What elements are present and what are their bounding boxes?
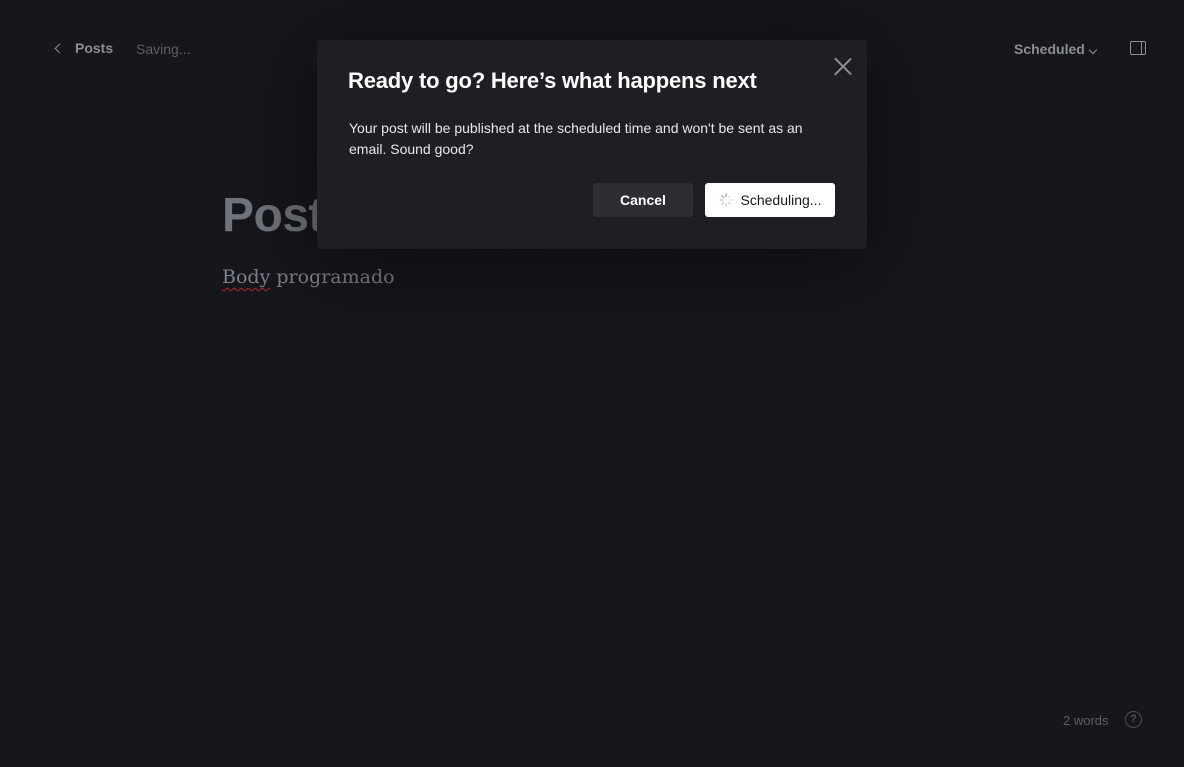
editor-page: Posts Saving... Scheduled Post Body prog… (0, 0, 1184, 767)
post-status-dropdown[interactable]: Scheduled (1014, 41, 1098, 57)
cancel-button-label: Cancel (620, 192, 666, 208)
chevron-down-icon (1088, 45, 1098, 54)
modal-message: Your post will be published at the sched… (349, 120, 803, 157)
schedule-button[interactable]: Scheduling... (705, 183, 835, 217)
back-link-label: Posts (75, 40, 114, 56)
back-to-posts-link[interactable]: Posts (54, 40, 114, 56)
post-title[interactable]: Post (222, 188, 325, 243)
schedule-button-label: Scheduling... (740, 192, 822, 208)
save-status: Saving... (136, 41, 191, 57)
post-body-text: programado (270, 266, 395, 288)
chevron-left-icon (54, 43, 65, 53)
post-body[interactable]: Body programado (222, 266, 395, 288)
close-icon[interactable] (834, 57, 852, 75)
sidebar-toggle-icon[interactable] (1130, 41, 1146, 55)
word-count: 2 words (1063, 713, 1109, 728)
modal-title: Ready to go? Here’s what happens next (348, 68, 757, 93)
spinner-icon (718, 193, 733, 207)
help-icon[interactable]: ? (1125, 711, 1142, 728)
spellcheck-word: Body (222, 266, 271, 288)
post-status-label: Scheduled (1014, 41, 1085, 57)
cancel-button[interactable]: Cancel (593, 183, 693, 217)
publish-confirmation-modal: Ready to go? Here’s what happens next Yo… (317, 40, 867, 249)
